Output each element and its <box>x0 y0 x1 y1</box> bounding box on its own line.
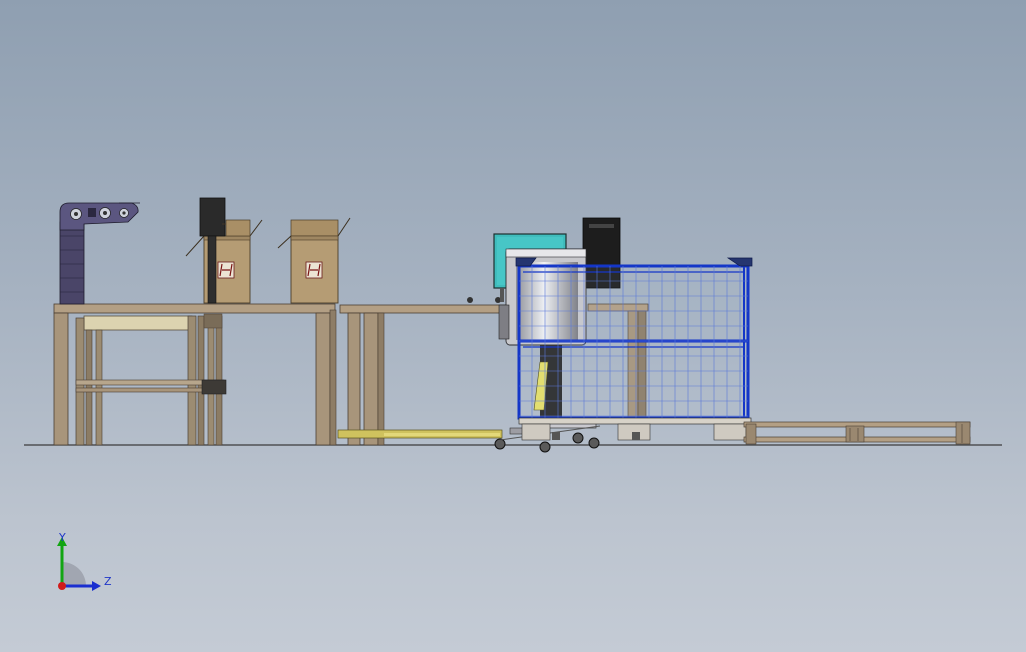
left-workbench[interactable] <box>53 303 337 446</box>
assembly-model-view[interactable] <box>0 0 1026 652</box>
conveyor-table[interactable] <box>337 297 509 446</box>
pallet-cage[interactable] <box>515 257 753 420</box>
triad-z-label: Z <box>104 575 112 588</box>
cage-pallet-base <box>518 417 752 441</box>
floor-pallet[interactable] <box>743 421 971 445</box>
view-orientation-triad[interactable]: Y Z <box>48 528 128 600</box>
carton-box-1[interactable] <box>185 197 263 304</box>
overhead-scanner-arm[interactable] <box>59 202 140 305</box>
triad-y-label: Y <box>59 531 66 544</box>
graphics-viewport[interactable]: Y Z <box>0 0 1026 652</box>
carton-box-2[interactable] <box>277 217 351 304</box>
